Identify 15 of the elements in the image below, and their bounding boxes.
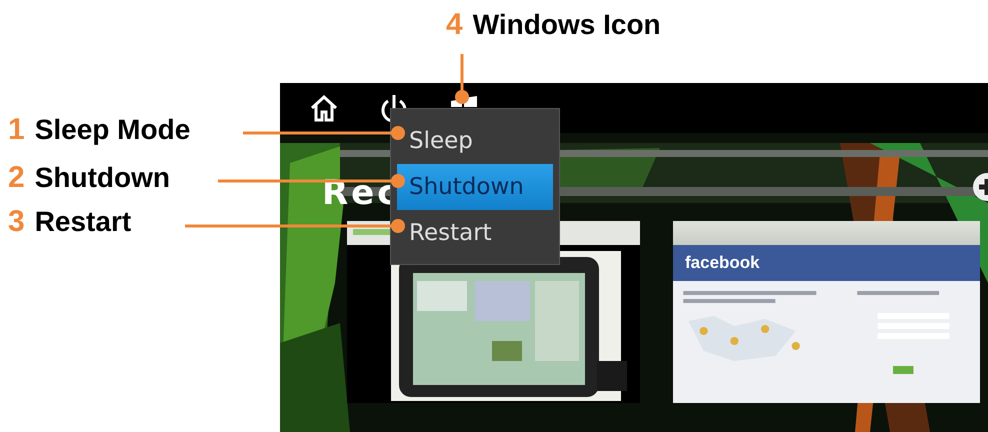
- callout-label: Sleep Mode: [34, 114, 190, 146]
- callout-label: Windows Icon: [472, 9, 661, 41]
- callout-number: 2: [8, 161, 25, 195]
- callout-label: Shutdown: [34, 162, 170, 194]
- menu-item[interactable]: Sleep: [397, 118, 553, 164]
- leader-line: [455, 54, 469, 104]
- browser-thumbnail[interactable]: facebook: [673, 221, 980, 403]
- callout-label: Restart: [34, 206, 132, 238]
- home-icon[interactable]: [308, 92, 340, 124]
- menu-item[interactable]: Restart: [397, 210, 553, 256]
- callout-number: 1: [8, 113, 25, 147]
- callout-number: 3: [8, 205, 25, 239]
- menu-item[interactable]: Shutdown: [397, 164, 553, 210]
- site-name: facebook: [685, 253, 760, 273]
- callout-number: 4: [446, 8, 463, 42]
